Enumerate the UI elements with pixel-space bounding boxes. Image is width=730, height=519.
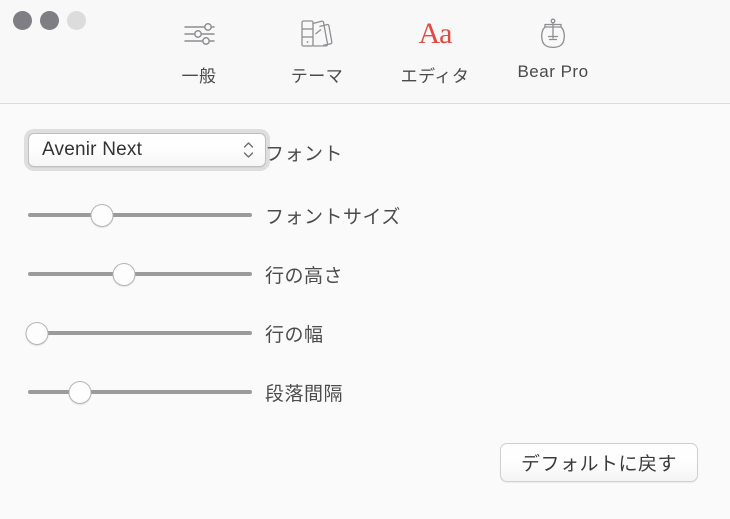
tab-editor[interactable]: Aa エディタ bbox=[376, 12, 494, 87]
tab-theme-label: テーマ bbox=[290, 67, 344, 86]
aa-icon: Aa bbox=[418, 12, 453, 56]
tab-general[interactable]: 一般 bbox=[140, 12, 258, 87]
minimize-button[interactable] bbox=[40, 11, 59, 30]
font-popup-value: Avenir Next bbox=[42, 139, 143, 160]
slider-knob[interactable] bbox=[90, 204, 114, 227]
slider-track bbox=[28, 390, 252, 394]
preferences-window: 一般 テーマ Aa エディタ Bear Pro Avenir Next フォント… bbox=[0, 0, 730, 519]
setting-row-paragraph-spacing: 段落間隔 bbox=[0, 372, 730, 412]
honeypot-icon bbox=[536, 12, 570, 56]
line-width-slider[interactable] bbox=[25, 322, 252, 345]
tab-bear-pro[interactable]: Bear Pro bbox=[494, 12, 612, 82]
slider-track bbox=[28, 213, 252, 217]
font-size-label: フォントサイズ bbox=[265, 206, 401, 228]
font-popup-focus-ring: Avenir Next bbox=[24, 129, 270, 171]
paragraph-spacing-label: 段落間隔 bbox=[265, 383, 344, 405]
traffic-lights bbox=[13, 11, 86, 30]
setting-row-font-size: フォントサイズ bbox=[0, 195, 730, 235]
sliders-icon bbox=[182, 12, 216, 56]
line-height-slider[interactable] bbox=[28, 263, 252, 286]
tab-editor-label: エディタ bbox=[400, 67, 470, 86]
palette-icon bbox=[299, 12, 335, 56]
editor-settings-panel: Avenir Next フォント フォントサイズ 行の高さ 行の幅 段落間隔 デ… bbox=[0, 104, 730, 519]
close-button[interactable] bbox=[13, 11, 32, 30]
tab-general-label: 一般 bbox=[181, 67, 217, 86]
font-popup-button[interactable]: Avenir Next bbox=[28, 133, 266, 167]
restore-defaults-button[interactable]: デフォルトに戻す bbox=[499, 443, 698, 482]
paragraph-spacing-slider[interactable] bbox=[28, 381, 252, 404]
slider-knob[interactable] bbox=[112, 263, 136, 286]
toolbar-tabs: 一般 テーマ Aa エディタ Bear Pro bbox=[140, 12, 612, 87]
tab-theme[interactable]: テーマ bbox=[258, 12, 376, 87]
tab-bear-pro-label: Bear Pro bbox=[517, 62, 589, 81]
aa-icon-text: Aa bbox=[418, 17, 453, 50]
slider-knob[interactable] bbox=[68, 381, 92, 404]
slider-knob[interactable] bbox=[25, 322, 49, 345]
chevron-updown-icon bbox=[243, 142, 254, 159]
setting-row-font: Avenir Next フォント bbox=[0, 129, 730, 172]
slider-track bbox=[28, 272, 252, 276]
setting-row-line-width: 行の幅 bbox=[0, 313, 730, 353]
zoom-button[interactable] bbox=[67, 11, 86, 30]
font-label: フォント bbox=[265, 143, 344, 165]
setting-row-line-height: 行の高さ bbox=[0, 254, 730, 294]
line-height-label: 行の高さ bbox=[265, 265, 344, 287]
toolbar: 一般 テーマ Aa エディタ Bear Pro bbox=[0, 0, 730, 104]
font-size-slider[interactable] bbox=[28, 204, 252, 227]
slider-track bbox=[28, 331, 252, 335]
line-width-label: 行の幅 bbox=[265, 324, 324, 346]
